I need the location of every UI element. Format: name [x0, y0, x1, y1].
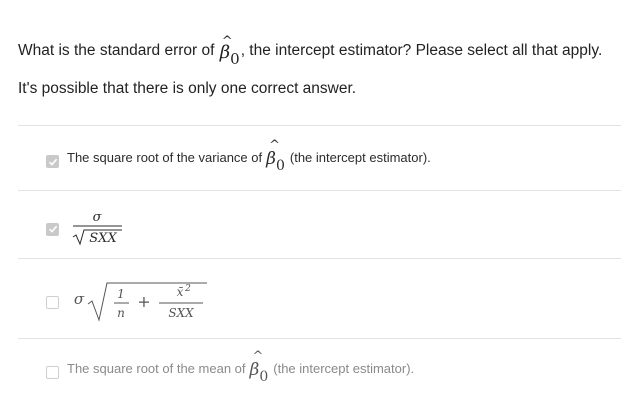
divider	[18, 338, 621, 339]
answer-option-sigma-over-sqrt-sxx[interactable]: σ SXX	[46, 210, 127, 248]
formula-term2-numerator: x̄	[177, 285, 184, 299]
formula-plus: +	[137, 292, 150, 311]
checkbox-checked-icon[interactable]	[46, 155, 59, 168]
formula-sqrt-content: SXX	[89, 231, 117, 246]
answer-option-variance[interactable]: The square root of the variance of ^ β0(th…	[46, 138, 431, 174]
formula-numerator: σ	[93, 210, 103, 225]
divider	[18, 258, 621, 259]
divider	[18, 190, 621, 191]
formula-term1-denominator: n	[117, 306, 125, 320]
question-text-before: What is the standard error of	[18, 42, 215, 59]
option-label: The square root of the mean of ^ β0(the in…	[67, 349, 415, 385]
option-label: The square root of the variance of ^ β0(th…	[67, 138, 431, 174]
checkbox-unchecked-icon[interactable]	[46, 366, 59, 379]
beta-hat-zero-symbol: ^ β0	[266, 138, 285, 174]
answer-option-sigma-sqrt-expression[interactable]: σ 1 n + x̄ 2 SXX	[46, 280, 207, 324]
formula-sigma-over-sqrt-sxx: σ SXX	[72, 210, 122, 246]
formula-term2-exponent: 2	[184, 284, 191, 294]
formula-coefficient: σ	[74, 290, 85, 308]
formula-term1-numerator: 1	[117, 287, 125, 301]
beta-hat-zero-symbol: ^ β0	[249, 349, 269, 385]
formula-term2-denominator: SXX	[168, 306, 194, 320]
divider	[18, 125, 621, 126]
answer-option-mean[interactable]: The square root of the mean of ^ β0(the in…	[46, 349, 415, 385]
beta-hat-zero-symbol: ^ β0	[219, 34, 240, 68]
checkbox-unchecked-icon[interactable]	[46, 295, 59, 309]
checkbox-checked-icon[interactable]	[46, 222, 59, 236]
question-text: What is the standard error of ^ β0, the i…	[18, 34, 618, 103]
formula-sigma-sqrt-expression: σ 1 n + x̄ 2 SXX	[74, 282, 207, 322]
